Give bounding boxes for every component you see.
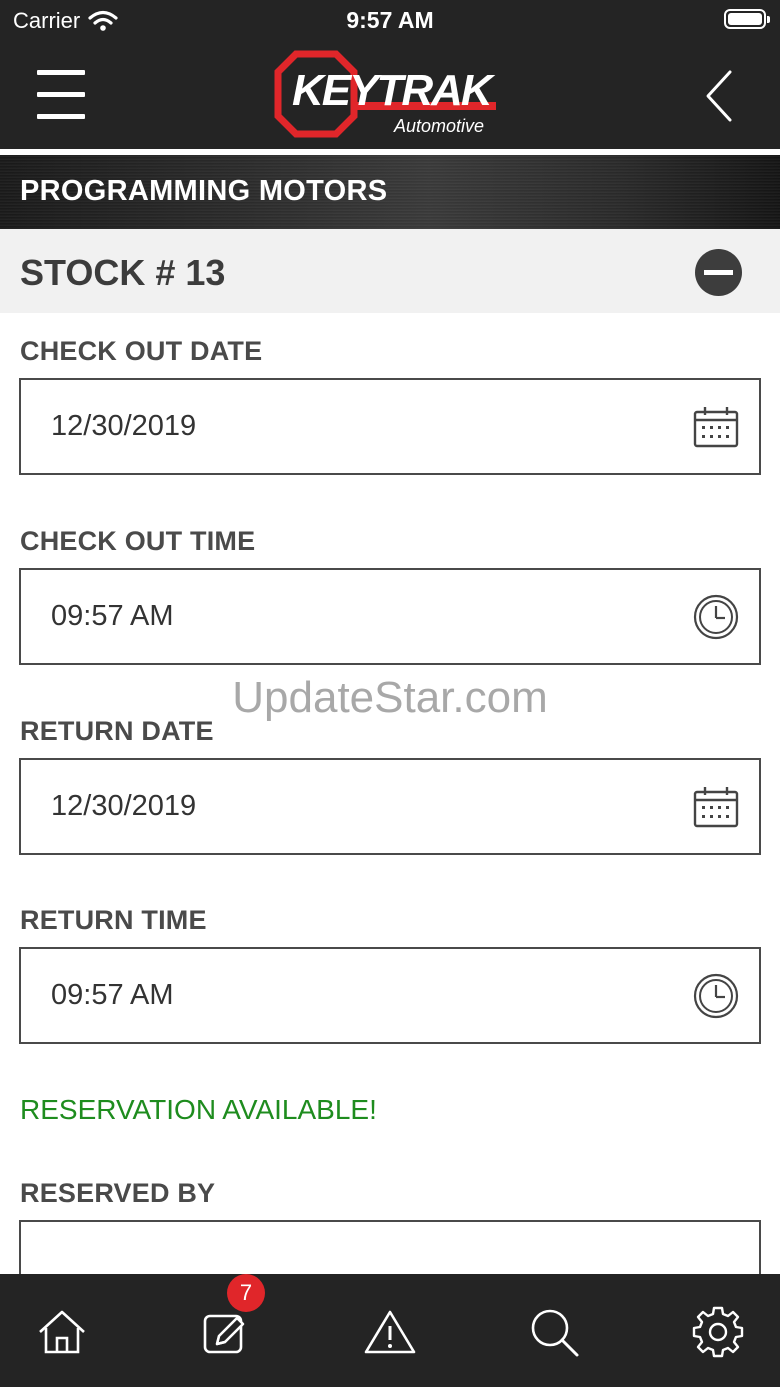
logo-text: KEYTRAK bbox=[292, 66, 493, 115]
return-time-label: RETURN TIME bbox=[20, 905, 207, 935]
reservation-status: RESERVATION AVAILABLE! bbox=[20, 1094, 377, 1125]
check-out-date-value: 12/30/2019 bbox=[51, 410, 197, 442]
stock-title: STOCK # 13 bbox=[20, 252, 226, 293]
clock-icon[interactable] bbox=[693, 973, 739, 1019]
return-date-label: RETURN DATE bbox=[20, 716, 214, 746]
check-out-date-label: CHECK OUT DATE bbox=[20, 336, 263, 366]
calendar-icon[interactable] bbox=[693, 404, 739, 450]
hamburger-line bbox=[37, 114, 85, 119]
tab-alerts[interactable] bbox=[362, 1304, 418, 1360]
logo-subtext: Automotive bbox=[394, 116, 485, 136]
home-icon bbox=[39, 1310, 85, 1354]
battery-icon bbox=[724, 9, 770, 29]
chevron-left-icon bbox=[706, 70, 732, 122]
hamburger-line bbox=[37, 92, 85, 97]
clock-icon[interactable] bbox=[693, 594, 739, 640]
section-title: PROGRAMMING MOTORS bbox=[20, 175, 388, 207]
status-bar: Carrier 9:57 AM bbox=[0, 0, 780, 40]
notification-badge: 7 bbox=[227, 1274, 265, 1312]
menu-button[interactable] bbox=[37, 70, 85, 119]
calendar-icon[interactable] bbox=[693, 784, 739, 830]
tab-reservations[interactable]: 7 bbox=[197, 1274, 265, 1360]
return-date-value: 12/30/2019 bbox=[51, 790, 197, 822]
bottom-tab-bar: 7 bbox=[0, 1274, 780, 1387]
edit-icon bbox=[203, 1314, 245, 1354]
warning-icon bbox=[364, 1310, 416, 1354]
keytrak-logo: KEYTRAK Automotive bbox=[274, 50, 510, 138]
app-header: KEYTRAK Automotive bbox=[0, 40, 780, 152]
tab-settings[interactable] bbox=[690, 1304, 746, 1360]
stock-header: STOCK # 13 bbox=[0, 229, 780, 313]
check-out-time-field[interactable]: 09:57 AM bbox=[19, 568, 761, 665]
hamburger-icon bbox=[37, 70, 85, 75]
section-header: PROGRAMMING MOTORS bbox=[0, 155, 780, 229]
search-icon bbox=[531, 1309, 579, 1357]
check-out-time-value: 09:57 AM bbox=[51, 600, 174, 632]
gear-icon bbox=[692, 1306, 744, 1358]
status-time: 9:57 AM bbox=[346, 7, 434, 33]
return-time-value: 09:57 AM bbox=[51, 979, 174, 1011]
return-time-field[interactable]: 09:57 AM bbox=[19, 947, 761, 1044]
tab-home[interactable] bbox=[34, 1304, 90, 1360]
return-date-field[interactable]: 12/30/2019 bbox=[19, 758, 761, 855]
collapse-button[interactable] bbox=[695, 249, 742, 296]
check-out-time-label: CHECK OUT TIME bbox=[20, 526, 256, 556]
back-button[interactable] bbox=[700, 68, 740, 124]
tab-search[interactable] bbox=[526, 1304, 582, 1360]
check-out-date-field[interactable]: 12/30/2019 bbox=[19, 378, 761, 475]
reserved-by-label: RESERVED BY bbox=[20, 1178, 216, 1208]
